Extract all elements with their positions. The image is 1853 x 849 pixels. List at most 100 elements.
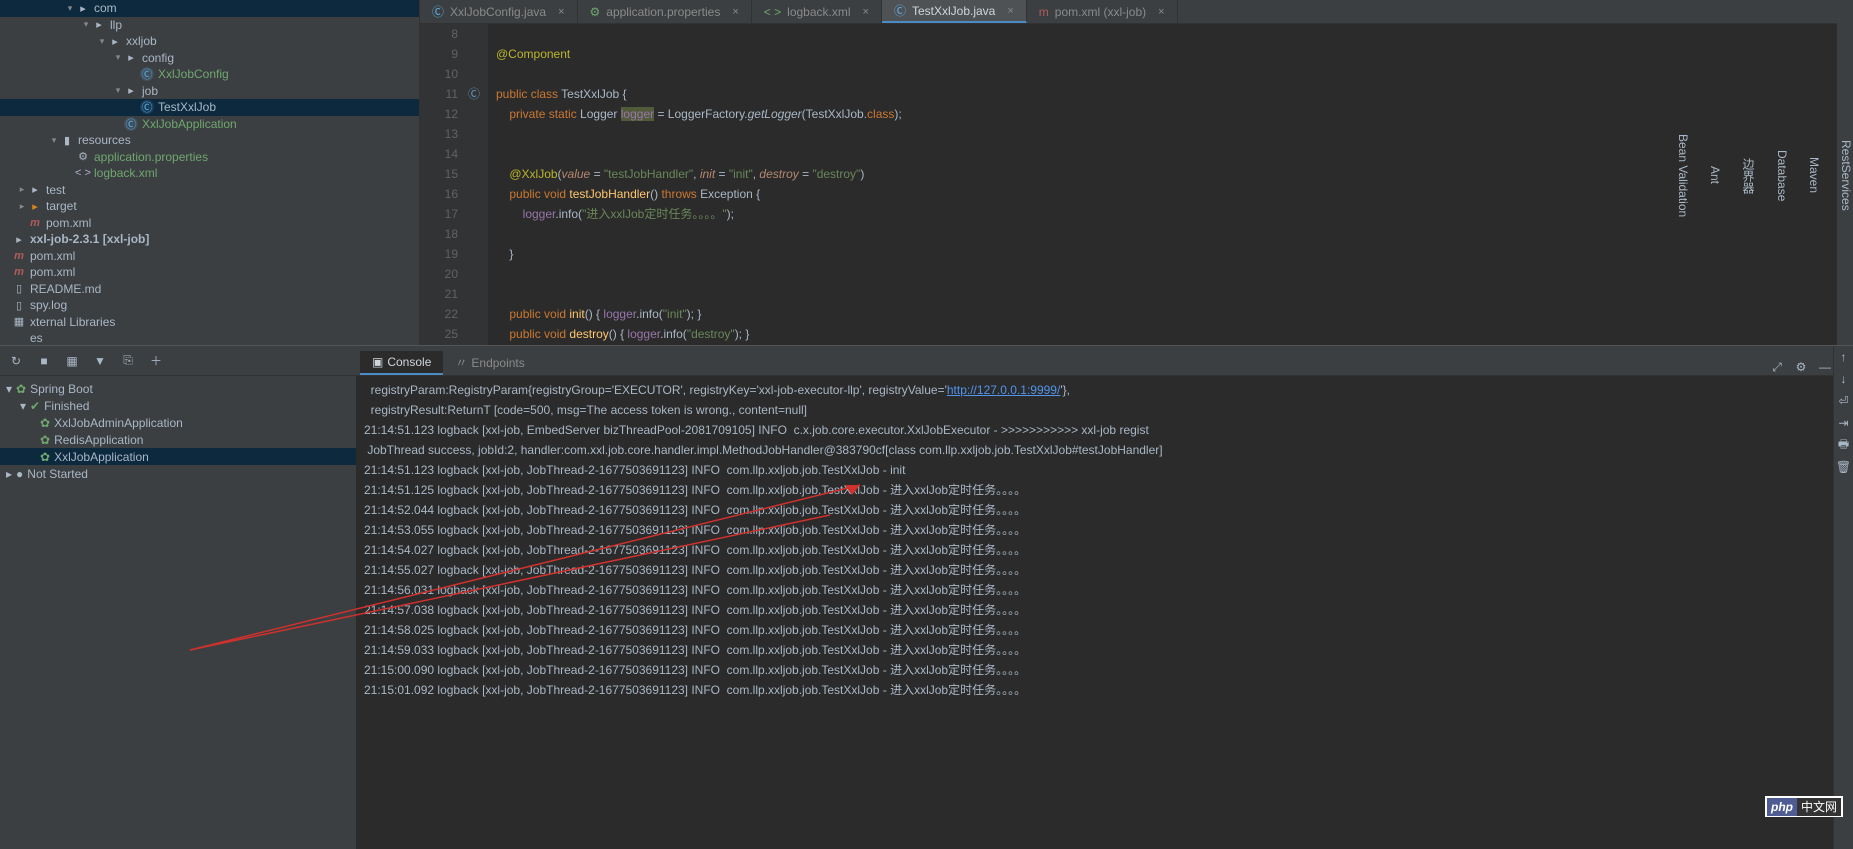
run-tab-endpoints[interactable]: 〃Endpoints [443, 350, 536, 375]
scroll-end-icon[interactable]: ⇥ [1834, 412, 1853, 434]
code-line[interactable] [496, 264, 1853, 284]
gear-icon[interactable]: ⚙ [1793, 359, 1809, 375]
add-icon[interactable]: ＋ [148, 353, 164, 369]
tree-item-job[interactable]: ▾▸job [0, 83, 419, 100]
close-icon[interactable]: × [732, 6, 738, 18]
line-number[interactable]: 17 [420, 204, 458, 224]
right-tool-strip[interactable]: RestServicesMavenDatabase边界器AntBean Vali… [1837, 0, 1853, 345]
line-number[interactable]: 9 [420, 44, 458, 64]
line-number[interactable]: 15 [420, 164, 458, 184]
close-icon[interactable]: × [558, 6, 564, 18]
line-number[interactable]: 21 [420, 284, 458, 304]
code-line[interactable]: public void testJobHandler() throws Exce… [496, 184, 1853, 204]
tool-bean validation[interactable]: Bean Validation [1676, 134, 1690, 217]
line-number[interactable]: 14 [420, 144, 458, 164]
code-line[interactable]: public void destroy() { logger.info("des… [496, 324, 1853, 344]
services-spring-boot[interactable]: ▾✿Spring Boot [0, 380, 356, 397]
tab-xxljobconfig-java[interactable]: ⒸXxlJobConfig.java× [420, 0, 578, 23]
line-number[interactable]: 13 [420, 124, 458, 144]
line-number[interactable]: 18 [420, 224, 458, 244]
tree-item-xxljob[interactable]: ▾▸xxljob [0, 33, 419, 50]
expand-icon[interactable]: ⤢ [1769, 359, 1785, 375]
close-icon[interactable]: × [1007, 5, 1013, 17]
rerun-icon[interactable]: ↻ [8, 353, 24, 369]
debug-toolbar[interactable]: ↻ ■ ▦ ▼ ⎘ ＋ [0, 346, 356, 376]
code-line[interactable]: @Component [496, 44, 1853, 64]
tool-边界器[interactable]: 边界器 [1740, 158, 1757, 194]
tree-item-com[interactable]: ▾▸com [0, 0, 419, 17]
services-panel[interactable]: ▾✿Spring Boot ▾✔Finished ✿XxlJobAdminApp… [0, 376, 356, 849]
tool-ant[interactable]: Ant [1708, 166, 1722, 184]
project-tree[interactable]: ▾▸com▾▸llp▾▸xxljob▾▸configⒸXxlJobConfig▾… [0, 0, 420, 345]
code-line[interactable] [496, 144, 1853, 164]
code-line[interactable]: } [496, 244, 1853, 264]
line-number[interactable]: 16 [420, 184, 458, 204]
line-number[interactable]: 20 [420, 264, 458, 284]
tab-application-properties[interactable]: ⚙application.properties× [578, 0, 752, 23]
line-number[interactable]: 10 [420, 64, 458, 84]
tree-item-pom-xml[interactable]: mpom.xml [0, 215, 419, 232]
print-icon[interactable]: 🖶 [1834, 434, 1853, 456]
line-number[interactable]: 22 [420, 304, 458, 324]
soft-wrap-icon[interactable]: ⏎ [1834, 390, 1853, 412]
tree-item-resources[interactable]: ▾▮resources [0, 132, 419, 149]
stop-icon[interactable]: ■ [36, 353, 52, 369]
code-line[interactable] [496, 124, 1853, 144]
code-line[interactable]: @XxlJob(value = "testJobHandler", init =… [496, 164, 1853, 184]
scroll-down-icon[interactable]: ↓ [1834, 368, 1853, 390]
services-not-started[interactable]: ▸●Not Started [0, 465, 356, 482]
services-finished[interactable]: ▾✔Finished [0, 397, 356, 414]
line-number[interactable]: 19 [420, 244, 458, 264]
tree-item-logback-xml[interactable]: < >logback.xml [0, 165, 419, 182]
code-line[interactable] [496, 224, 1853, 244]
code-editor[interactable]: 891011121314151617181920212225 Ⓒ @Compon… [420, 24, 1853, 345]
tree-item-xxl-job-2-3-1-xxl-job-[interactable]: ▸xxl-job-2.3.1 [xxl-job] [0, 231, 419, 248]
tool-restservices[interactable]: RestServices [1839, 140, 1853, 211]
tab-testxxljob-java[interactable]: ⒸTestXxlJob.java× [882, 0, 1027, 23]
line-number[interactable]: 12 [420, 104, 458, 124]
close-icon[interactable]: × [863, 6, 869, 18]
code-line[interactable] [496, 24, 1853, 44]
run-tab-console[interactable]: ▣Console [360, 351, 443, 375]
tool-database[interactable]: Database [1775, 150, 1789, 201]
console-toolbar[interactable]: ↑ ↓ ⏎ ⇥ 🖶 🗑 [1833, 346, 1853, 849]
tree-item-xxljobapplication[interactable]: ⒸXxlJobApplication [0, 116, 419, 133]
code-line[interactable]: public class TestXxlJob { [496, 84, 1853, 104]
tree-item-xternal-libraries[interactable]: ▦xternal Libraries [0, 314, 419, 331]
tree-item-readme-md[interactable]: ▯README.md [0, 281, 419, 298]
console-output[interactable]: registryParam:RegistryParam{registryGrou… [356, 376, 1833, 849]
tree-item-xxljobconfig[interactable]: ⒸXxlJobConfig [0, 66, 419, 83]
filter-icon[interactable]: ▼ [92, 353, 108, 369]
tree-item-config[interactable]: ▾▸config [0, 50, 419, 67]
tree-item-application-properties[interactable]: ⚙application.properties [0, 149, 419, 166]
close-icon[interactable]: × [1158, 6, 1164, 18]
tab-pom-xml-xxl-job-[interactable]: mpom.xml (xxl-job)× [1027, 0, 1178, 23]
tab-logback-xml[interactable]: < >logback.xml× [752, 0, 882, 23]
class-gutter-icon[interactable]: Ⓒ [468, 87, 480, 101]
tree-item-pom-xml[interactable]: mpom.xml [0, 248, 419, 265]
code-line[interactable]: logger.info("进入xxlJob定时任务。。。。"); [496, 204, 1853, 224]
tree-item-spy-log[interactable]: ▯spy.log [0, 297, 419, 314]
tool-maven[interactable]: Maven [1807, 157, 1821, 193]
scroll-up-icon[interactable]: ↑ [1834, 346, 1853, 368]
tree-item-testxxljob[interactable]: ⒸTestXxlJob [0, 99, 419, 116]
code-line[interactable] [496, 284, 1853, 304]
tree-item-target[interactable]: ▸▸target [0, 198, 419, 215]
pin-icon[interactable]: ⎘ [120, 353, 136, 369]
tree-item-llp[interactable]: ▾▸llp [0, 17, 419, 34]
line-number[interactable]: 11 [420, 84, 458, 104]
minimize-icon[interactable]: — [1817, 359, 1833, 375]
code-line[interactable]: private static Logger logger = LoggerFac… [496, 104, 1853, 124]
layout-icon[interactable]: ▦ [64, 353, 80, 369]
tree-item-test[interactable]: ▸▸test [0, 182, 419, 199]
tree-item-pom-xml[interactable]: mpom.xml [0, 264, 419, 281]
tree-item-es[interactable]: es [0, 330, 419, 345]
service-xxljobapplication[interactable]: ✿XxlJobApplication [0, 448, 356, 465]
code-line[interactable]: public void init() { logger.info("init")… [496, 304, 1853, 324]
clear-icon[interactable]: 🗑 [1834, 456, 1853, 478]
code-line[interactable] [496, 64, 1853, 84]
service-xxljobadminapplication[interactable]: ✿XxlJobAdminApplication [0, 414, 356, 431]
line-number[interactable]: 8 [420, 24, 458, 44]
service-redisapplication[interactable]: ✿RedisApplication [0, 431, 356, 448]
line-number[interactable]: 25 [420, 324, 458, 344]
